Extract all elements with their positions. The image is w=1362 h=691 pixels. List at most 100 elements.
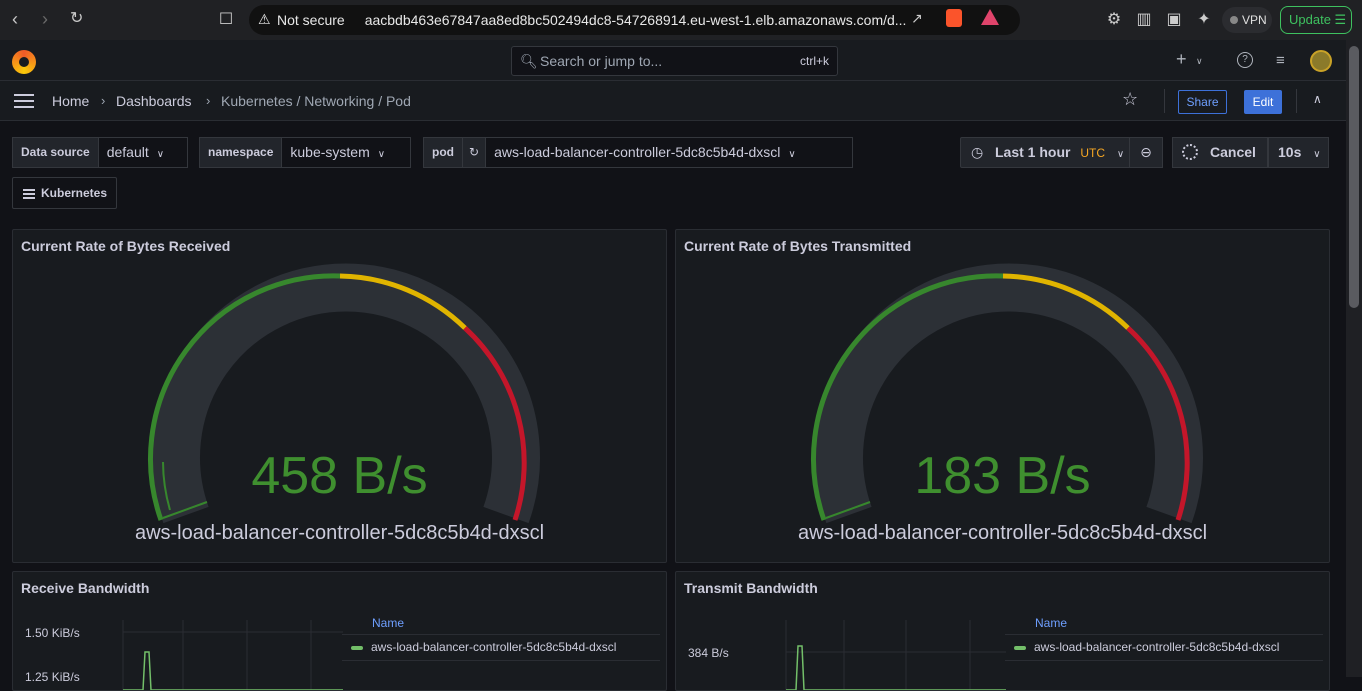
security-label: Not secure [277,12,345,28]
chevron-down-icon: ∨ [1313,149,1321,160]
update-button[interactable]: Update ☰ [1280,6,1352,34]
zoom-out-icon: ⊖ [1140,144,1152,160]
dashboard-nav-bar: Home › Dashboards › Kubernetes / Network… [0,81,1346,121]
edit-button[interactable]: Edit [1244,90,1282,114]
spinner-icon [1182,144,1198,160]
reload-icon[interactable]: ↻ [70,10,83,28]
panel-title: Transmit Bandwidth [684,580,818,596]
chevron-down-icon: ∨ [156,149,165,160]
grafana-logo-icon[interactable] [12,50,36,74]
timezone-label: UTC [1080,146,1106,160]
legend-header: Name [372,616,405,630]
pod-value: aws-load-balancer-controller-5dc8c5b4d-d… [494,144,781,160]
refresh-interval-label: 10s [1278,144,1302,160]
breadcrumb-home[interactable]: Home [52,93,89,109]
legend-item-label: aws-load-balancer-controller-5dc8c5b4d-d… [1034,640,1280,654]
series-line [786,645,1006,690]
y-tick: 1.50 KiB/s [25,626,80,640]
search-input[interactable]: 🔍︎ Search or jump to... ctrl+k [511,46,838,76]
legend-item[interactable]: aws-load-balancer-controller-5dc8c5b4d-d… [1014,640,1279,654]
kubernetes-dashboards-link[interactable]: Kubernetes [12,177,117,209]
namespace-variable: namespace kube-system ∨ [199,137,412,168]
legend-item-label: aws-load-balancer-controller-5dc8c5b4d-d… [371,640,617,654]
refresh-interval-picker[interactable]: 10s ∨ [1268,137,1329,168]
namespace-select[interactable]: kube-system ∨ [282,137,412,168]
add-icon[interactable]: + [1176,49,1187,70]
gauge-series-name: aws-load-balancer-controller-5dc8c5b4d-d… [797,522,1208,544]
series-swatch [1014,645,1026,650]
refresh-variable-icon[interactable]: ↻ [463,137,487,168]
divider [1005,634,1323,635]
divider [1005,660,1323,661]
menu-toggle-icon[interactable] [14,94,34,108]
menu-icon: ☰ [1334,12,1347,27]
panel-bytes-transmitted[interactable]: Current Rate of Bytes Transmitted 183 B/… [675,229,1330,563]
address-bar[interactable]: ⚠ Not secure aacbdb463e67847aa8ed8bc5024… [249,5,1020,35]
sidebar-icon[interactable]: ▥ [1134,10,1154,30]
datasource-value: default [106,144,149,160]
gauge-value: 183 B/s [914,447,1091,505]
extensions-icon[interactable]: ⚙ [1104,10,1124,30]
warning-icon: ⚠ [258,11,271,27]
breadcrumb-dashboards[interactable]: Dashboards [116,93,192,109]
avatar[interactable] [1310,50,1332,72]
share-button[interactable]: Share [1178,90,1227,114]
collapse-icon[interactable]: ∧ [1313,92,1322,106]
chevron-down-icon: ∨ [788,149,796,160]
zoom-out-button[interactable]: ⊖ [1129,137,1163,168]
gauge-transmitted [811,263,1203,524]
star-icon[interactable]: ☆ [1122,89,1138,110]
pod-select[interactable]: aws-load-balancer-controller-5dc8c5b4d-d… [486,137,854,168]
time-range-picker[interactable]: ◷ Last 1 hour UTC ∨ [960,137,1130,168]
time-range-label: Last 1 hour [995,144,1071,160]
pod-label: pod [423,137,463,168]
url-text[interactable]: aacbdb463e67847aa8ed8bc502494dc8-5472689… [365,12,907,28]
divider [1164,89,1165,113]
page-scrollbar[interactable] [1346,40,1362,677]
chevron-down-icon[interactable]: ∨ [1196,56,1203,67]
legend-item[interactable]: aws-load-balancer-controller-5dc8c5b4d-d… [351,640,616,654]
divider [342,660,660,661]
pod-variable: pod ↻ aws-load-balancer-controller-5dc8c… [423,137,854,168]
gauge-value: 458 B/s [251,447,428,505]
leo-ai-icon[interactable]: ✦ [1194,10,1214,30]
grafana-topbar: 🔍︎ Search or jump to... ctrl+k + ∨ ? ≡ [0,40,1346,81]
panel-title: Receive Bandwidth [21,580,150,596]
panel-bytes-received[interactable]: Current Rate of Bytes Received 458 B/s a… [12,229,667,563]
vpn-label: VPN [1242,13,1267,27]
datasource-label: Data source [12,137,99,168]
update-label: Update [1289,12,1331,27]
brave-rewards-icon[interactable] [981,9,999,25]
news-feed-icon[interactable]: ≡ [1276,52,1285,69]
datasource-select[interactable]: default ∨ [98,137,188,168]
chevron-right-icon: › [101,93,106,108]
namespace-label: namespace [199,137,283,168]
y-tick: 1.25 KiB/s [25,670,80,684]
gauge-received [148,263,540,524]
search-icon: 🔍︎ [520,53,538,69]
divider [342,634,660,635]
breadcrumb-current: Kubernetes / Networking / Pod [221,93,411,109]
brave-shield-icon[interactable] [946,9,962,27]
scrollbar-thumb[interactable] [1349,46,1359,308]
y-tick: 384 B/s [688,646,729,660]
chevron-down-icon: ∨ [1116,149,1125,160]
cancel-refresh-button[interactable]: Cancel [1172,137,1268,168]
receive-graph [122,620,343,690]
list-icon [23,189,35,201]
cancel-label: Cancel [1210,144,1256,160]
help-icon[interactable]: ? [1237,52,1253,68]
bookmark-icon[interactable]: ☐ [216,10,236,30]
back-icon[interactable]: ‹ [12,10,18,28]
kubernetes-link-label: Kubernetes [41,186,108,200]
panel-receive-bandwidth[interactable]: Receive Bandwidth 1.50 KiB/s 1.25 KiB/s … [12,571,667,691]
forward-icon[interactable]: › [42,10,48,28]
divider [1296,89,1297,113]
share-page-icon[interactable]: ↗ [911,10,923,27]
chevron-right-icon: › [206,93,211,108]
panel-transmit-bandwidth[interactable]: Transmit Bandwidth 384 B/s Name aws-load… [675,571,1330,691]
vpn-button[interactable]: VPN [1222,7,1272,33]
search-placeholder: Search or jump to... [540,53,663,69]
clock-icon: ◷ [971,144,984,160]
wallet-icon[interactable]: ▣ [1164,10,1184,30]
